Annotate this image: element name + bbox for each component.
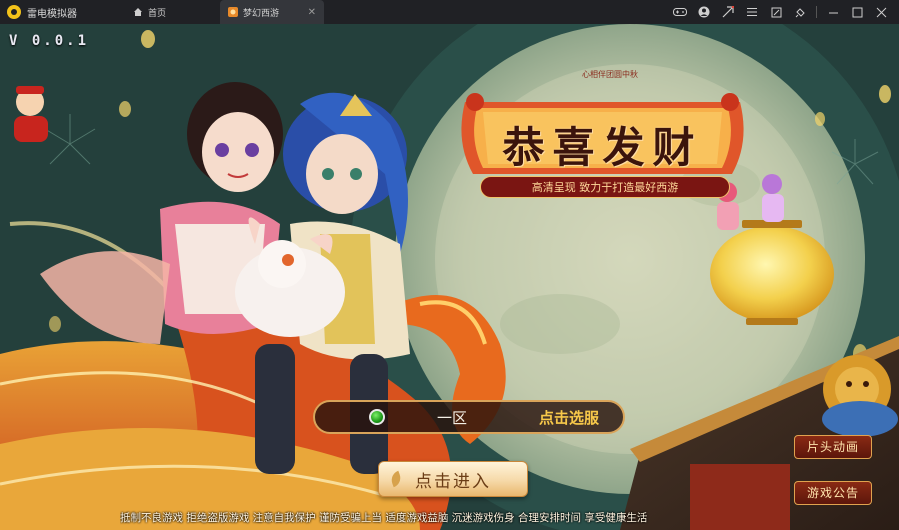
close-icon[interactable] — [869, 0, 893, 24]
window-controls — [668, 0, 893, 24]
enter-game-label: 点击进入 — [415, 471, 491, 492]
banner-caption: 心相伴团圆中秋 — [582, 70, 638, 79]
minimize-icon[interactable] — [821, 0, 845, 24]
tab-label: 梦幻西游 — [243, 8, 280, 19]
separator — [816, 6, 817, 18]
maximize-icon[interactable] — [845, 0, 869, 24]
tab-home[interactable]: 首页 — [125, 0, 220, 24]
cutscene-button[interactable]: 片头动画 — [794, 435, 872, 459]
select-server-button[interactable]: 点击选服 — [539, 407, 599, 428]
health-notice: 抵制不良游戏 拒绝盗版游戏 注意自我保护 谨防受骗上当 适度游戏益脑 沉迷游戏伤… — [120, 512, 648, 524]
thunder-logo-icon — [7, 5, 21, 19]
game-notice-button[interactable]: 游戏公告 — [794, 481, 872, 505]
banner-subtitle: 高清呈现 致力于打造最好西游 — [480, 176, 730, 198]
scene-artwork — [0, 24, 899, 530]
gamepad-icon[interactable] — [668, 0, 692, 24]
home-icon — [134, 8, 142, 16]
game-scene[interactable]: V 0.0.1 心相伴团圆中秋 恭喜发财 高清呈现 致力于打造最好西游 一区 点… — [0, 24, 899, 530]
enter-game-button[interactable]: 点击进入 — [378, 461, 528, 497]
server-selector[interactable]: 一区 点击选服 — [313, 400, 625, 434]
server-name: 一区 — [437, 408, 468, 427]
game-icon — [228, 7, 238, 17]
pin-icon[interactable] — [788, 0, 812, 24]
user-avatar-icon[interactable] — [692, 0, 716, 24]
title-bar: 雷电模拟器 首页 梦幻西游 ✕ — [0, 0, 899, 24]
restore-icon[interactable] — [764, 0, 788, 24]
menu-icon[interactable] — [740, 0, 764, 24]
server-status-icon — [369, 409, 385, 425]
close-tab-icon[interactable]: ✕ — [308, 7, 316, 18]
send-icon[interactable] — [716, 0, 740, 24]
tab-label: 首页 — [148, 8, 167, 19]
leaf-icon — [388, 470, 404, 488]
banner: 恭喜发财 高清呈现 致力于打造最好西游 — [455, 82, 750, 198]
app-name: 雷电模拟器 — [27, 8, 77, 20]
tab-game[interactable]: 梦幻西游 ✕ — [220, 0, 324, 24]
version-label: V 0.0.1 — [9, 33, 90, 49]
banner-title: 恭喜发财 — [502, 123, 703, 172]
